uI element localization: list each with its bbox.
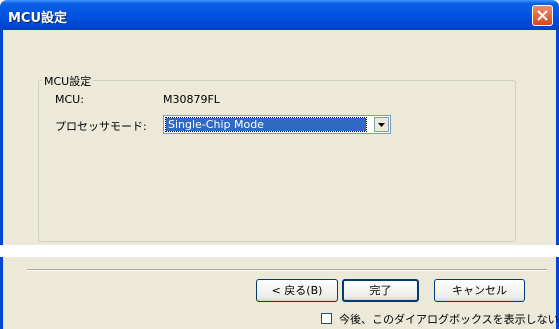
chevron-down-icon xyxy=(378,122,385,127)
back-button[interactable]: < 戻る(B) xyxy=(256,279,338,302)
separator-line xyxy=(27,269,547,271)
mcu-label: MCU: xyxy=(55,93,84,106)
panel-divider-gap xyxy=(0,245,559,257)
group-legend: MCU設定 xyxy=(42,73,94,89)
mcu-settings-group xyxy=(38,80,516,242)
processor-mode-label: プロセッサモード: xyxy=(55,120,147,133)
finish-button[interactable]: 完了 xyxy=(342,279,419,302)
processor-mode-selected-value: Single-Chip Mode xyxy=(165,117,367,132)
dont-show-again-label[interactable]: 今後、このダイアログボックスを表示しない xyxy=(339,311,559,327)
dropdown-arrow-button[interactable] xyxy=(374,117,389,132)
mcu-value: M30879FL xyxy=(163,93,220,106)
close-icon xyxy=(537,10,548,21)
processor-mode-select[interactable]: Single-Chip Mode xyxy=(163,115,391,134)
window-title: MCU設定 xyxy=(8,11,68,26)
title-bar[interactable]: MCU設定 xyxy=(0,0,559,30)
dont-show-again-checkbox[interactable] xyxy=(321,313,332,324)
close-button[interactable] xyxy=(532,5,553,26)
cancel-button[interactable]: キャンセル xyxy=(434,279,525,302)
